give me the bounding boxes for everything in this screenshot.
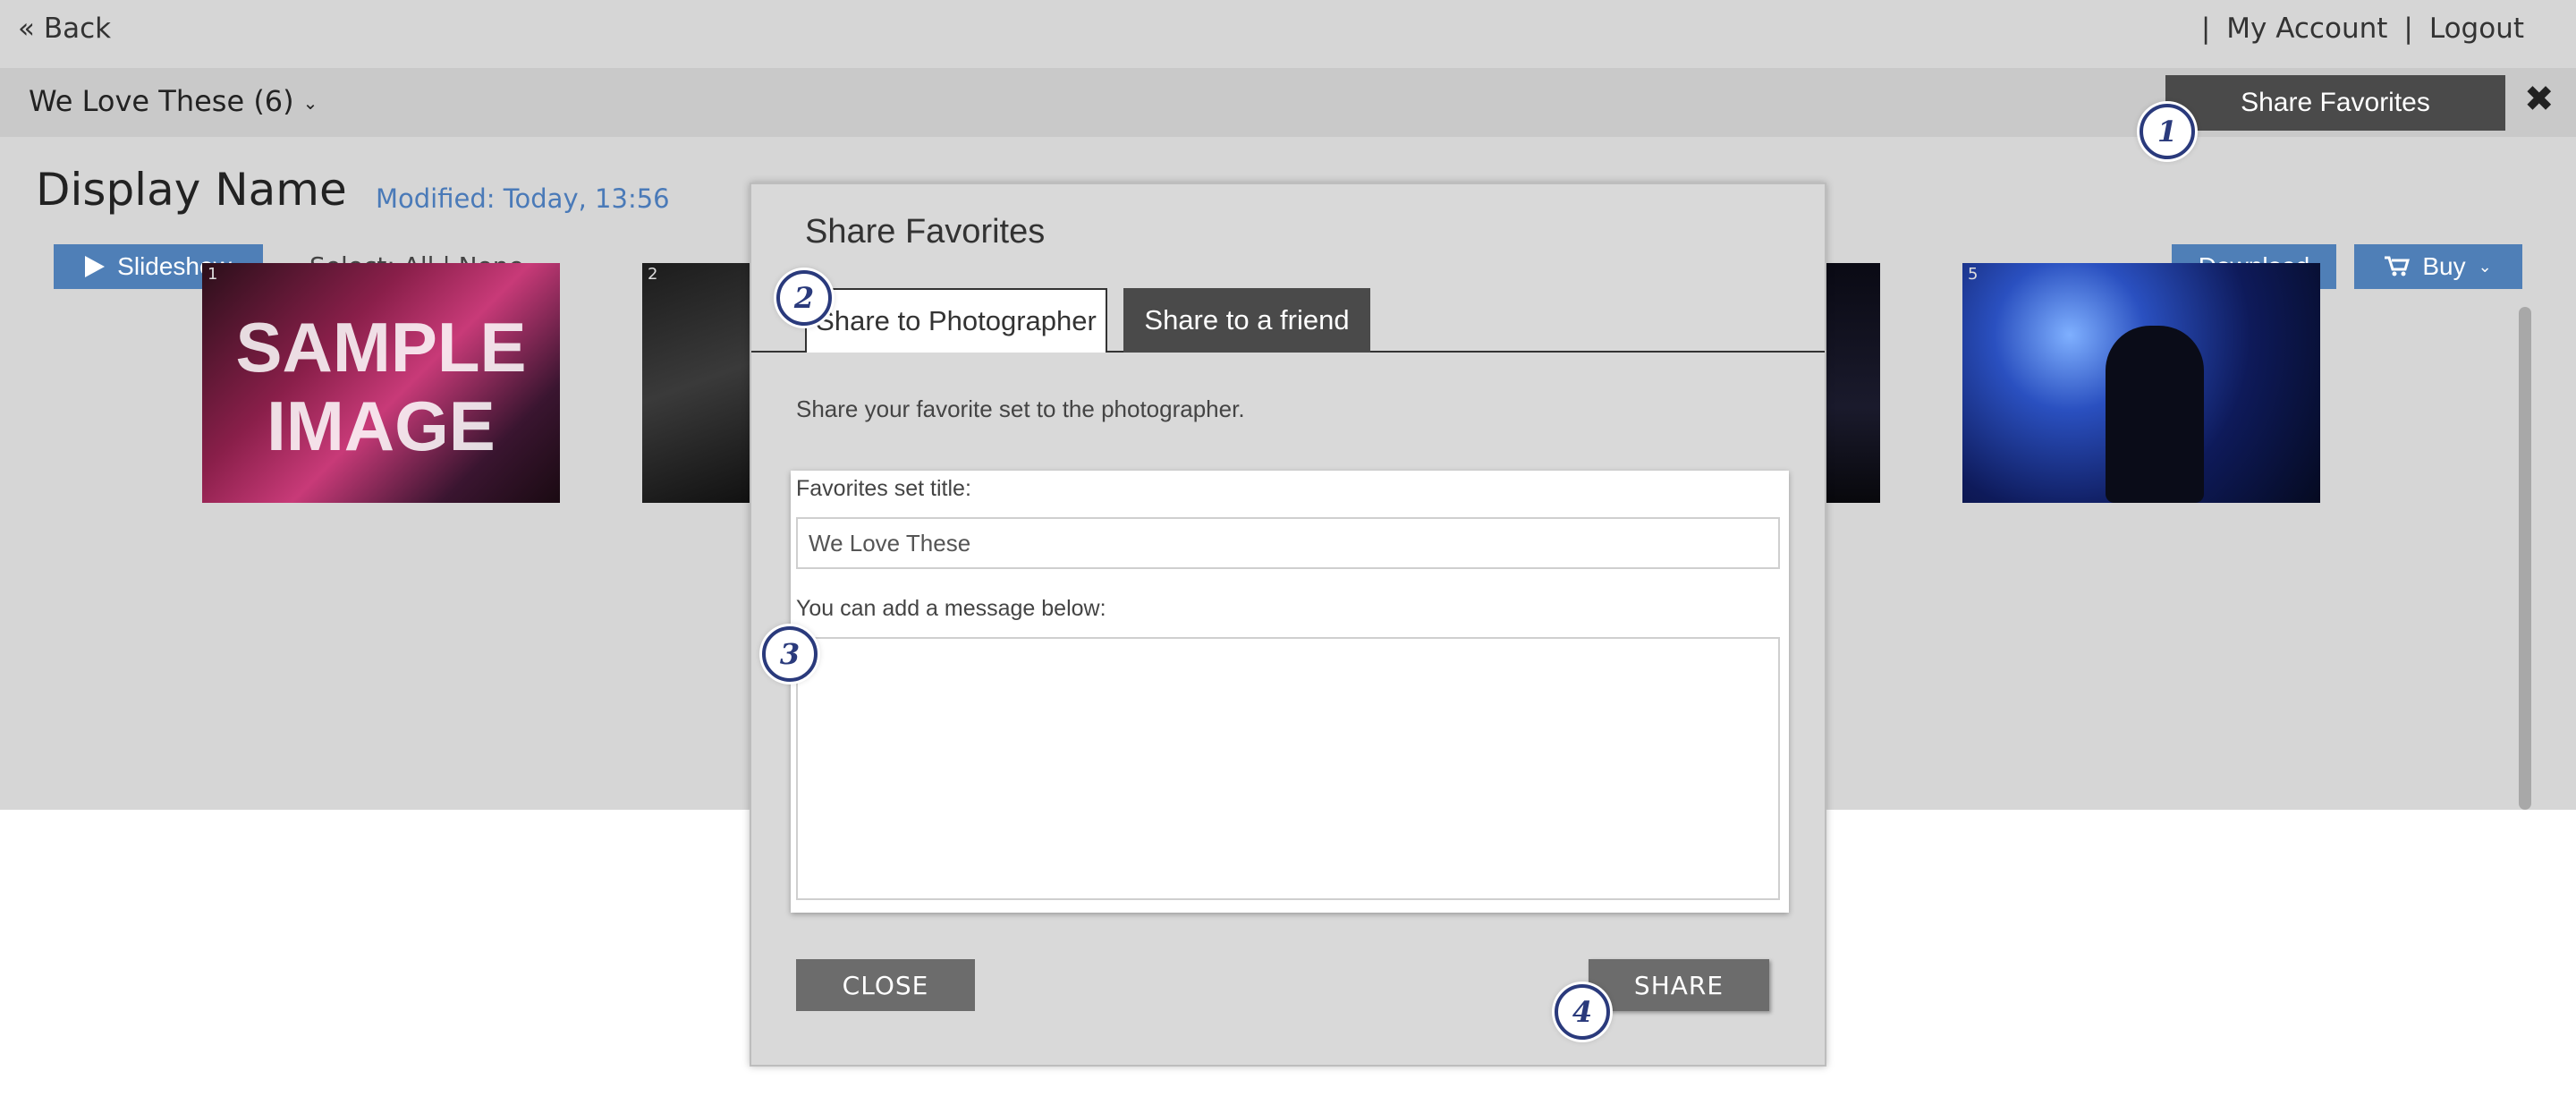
buy-label: Buy bbox=[2422, 252, 2466, 280]
chevron-down-icon: ⌄ bbox=[2478, 257, 2492, 276]
photo-thumbnail[interactable]: 1 SAMPLE IMAGE bbox=[202, 263, 560, 503]
photo-thumbnail[interactable]: 5 bbox=[1962, 263, 2320, 503]
cart-icon bbox=[2385, 256, 2411, 276]
callout-badge: 1 bbox=[2140, 104, 2195, 159]
nav-separator: | bbox=[2200, 13, 2211, 45]
buy-button[interactable]: Buy ⌄ bbox=[2354, 244, 2522, 289]
chevron-down-icon: ⌄ bbox=[302, 92, 318, 114]
share-form: Favorites set title: You can add a messa… bbox=[791, 471, 1789, 913]
performer-silhouette bbox=[2106, 326, 2204, 503]
share-favorites-modal: Share Favorites Share to Photographer Sh… bbox=[750, 183, 1826, 1067]
album-dropdown[interactable]: We Love These (6) ⌄ bbox=[29, 84, 318, 118]
message-textarea[interactable] bbox=[796, 637, 1780, 900]
share-button[interactable]: SHARE bbox=[1589, 959, 1769, 1011]
favorites-title-input[interactable] bbox=[796, 517, 1780, 569]
thumbnail-number: 1 bbox=[208, 265, 218, 284]
back-link[interactable]: « Back bbox=[18, 13, 111, 45]
my-account-link[interactable]: My Account bbox=[2226, 13, 2387, 45]
nav-separator: | bbox=[2403, 13, 2413, 45]
top-bar: « Back | My Account | Logout bbox=[0, 0, 2576, 68]
modified-timestamp: Modified: Today, 13:56 bbox=[376, 183, 670, 214]
play-icon bbox=[85, 256, 106, 277]
account-nav: | My Account | Logout bbox=[2201, 13, 2524, 45]
sample-watermark: SAMPLE IMAGE bbox=[235, 308, 527, 465]
photo-thumbnail[interactable]: 2 bbox=[642, 263, 750, 503]
page-title: Display Name bbox=[36, 164, 347, 216]
tab-share-to-photographer[interactable]: Share to Photographer bbox=[805, 288, 1107, 353]
scrollbar[interactable] bbox=[2519, 307, 2531, 810]
callout-badge: 4 bbox=[1555, 984, 1610, 1040]
share-description: Share your favorite set to the photograp… bbox=[796, 395, 1245, 422]
modal-title: Share Favorites bbox=[805, 213, 1046, 251]
thumbnail-number: 2 bbox=[648, 265, 658, 284]
album-label: We Love These (6) bbox=[29, 84, 294, 118]
thumbnail-number: 5 bbox=[1968, 265, 1979, 284]
share-favorites-button[interactable]: Share Favorites bbox=[2165, 75, 2505, 131]
callout-badge: 3 bbox=[762, 626, 818, 682]
tab-share-to-friend[interactable]: Share to a friend bbox=[1123, 288, 1370, 353]
title-field-label: Favorites set title: bbox=[796, 476, 971, 501]
message-field-label: You can add a message below: bbox=[796, 596, 1106, 621]
logout-link[interactable]: Logout bbox=[2429, 13, 2524, 45]
callout-badge: 2 bbox=[776, 270, 832, 326]
close-icon[interactable]: ✖ bbox=[2524, 79, 2555, 120]
close-button[interactable]: CLOSE bbox=[796, 959, 975, 1011]
